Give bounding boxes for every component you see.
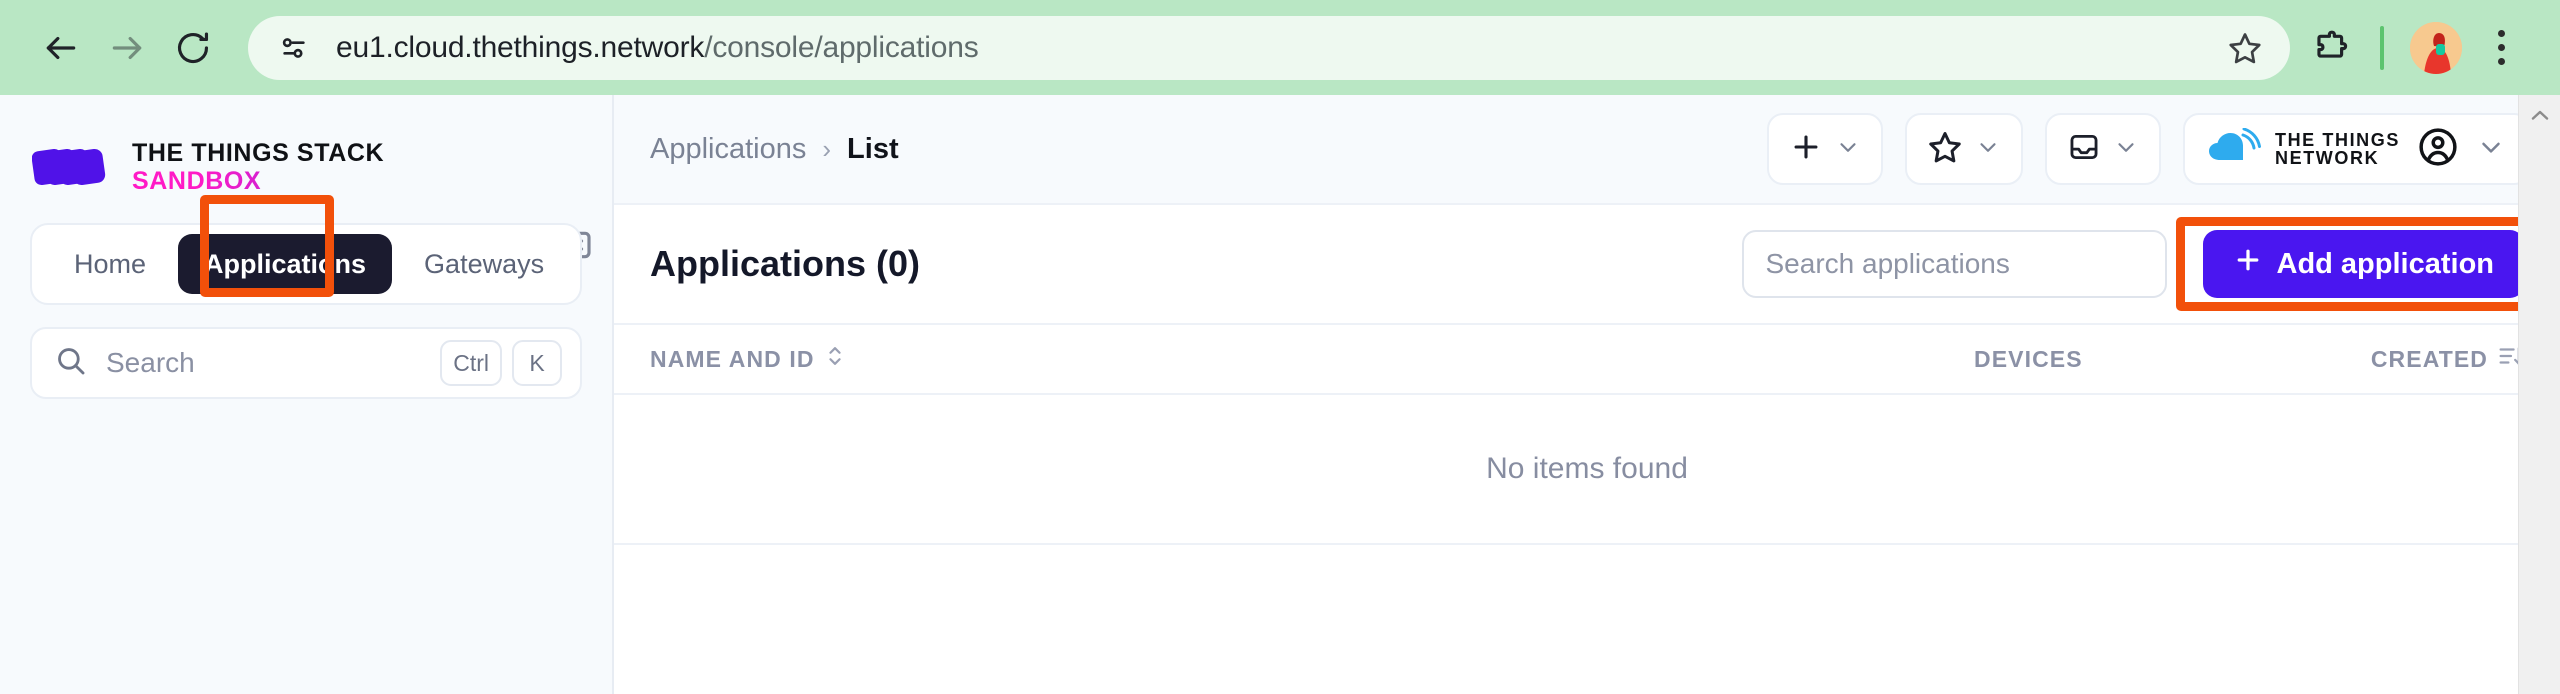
inbox-icon <box>2067 130 2101 169</box>
column-label-devices: DEVICES <box>1974 345 2083 372</box>
vertical-scrollbar[interactable] <box>2518 95 2560 694</box>
chrome-menu-icon[interactable] <box>2470 17 2532 79</box>
notifications-menu-button[interactable] <box>2044 113 2161 185</box>
column-label-name-and-id: NAME AND ID <box>650 345 815 372</box>
browser-toolbar: eu1.cloud.thethings.network/console/appl… <box>0 0 2560 95</box>
content-header-actions: Search applications Add application <box>1741 217 2536 311</box>
sidebar-search-input[interactable]: Search Ctrl K <box>30 327 582 399</box>
star-icon <box>1927 129 1963 170</box>
table-header-row: NAME AND ID DEVICES CREATED <box>614 323 2560 395</box>
breadcrumb-applications[interactable]: Applications <box>650 133 806 166</box>
shortcut-ctrl-key: Ctrl <box>440 340 502 386</box>
column-label-created: CREATED <box>2370 345 2488 372</box>
logo-title: THE THINGS STACK <box>132 138 385 167</box>
extensions-icon[interactable] <box>2300 17 2362 79</box>
back-button[interactable] <box>28 15 94 81</box>
sidebar-tab-home[interactable]: Home <box>46 234 174 294</box>
chevron-down-icon <box>2476 132 2506 167</box>
page-title: Applications (0) <box>650 243 921 284</box>
sidebar-tabs-wrap: Home Applications Gateways <box>0 195 612 305</box>
app-logo[interactable]: THE THINGS STACK SANDBOX <box>0 95 612 205</box>
ttn-network-logo: THE THINGS NETWORK <box>2207 127 2400 171</box>
search-icon <box>54 344 88 383</box>
breadcrumb-separator-icon: › <box>822 133 832 164</box>
toolbar-divider <box>2380 25 2384 70</box>
sidebar-search-wrap: Search Ctrl K <box>0 305 612 399</box>
logo-subtitle: SANDBOX <box>132 167 384 196</box>
shortcut-k-key: K <box>512 340 562 386</box>
site-settings-icon[interactable] <box>274 28 314 68</box>
sidebar: THE THINGS STACK SANDBOX Home Applicatio… <box>0 95 614 694</box>
sidebar-tab-gateways[interactable]: Gateways <box>396 234 572 294</box>
sidebar-tabs: Home Applications Gateways <box>30 223 582 305</box>
bookmark-star-icon[interactable] <box>2222 25 2268 71</box>
content-area: Applications (0) Search applications Add… <box>614 205 2560 694</box>
url-text: eu1.cloud.thethings.network/console/appl… <box>336 31 2222 65</box>
content-header: Applications (0) Search applications Add… <box>614 205 2560 323</box>
breadcrumb-current: List <box>847 132 899 165</box>
url-host: eu1.cloud.thethings.network <box>336 30 705 64</box>
sort-updown-icon <box>825 343 845 375</box>
address-bar[interactable]: eu1.cloud.thethings.network/console/appl… <box>248 15 2290 80</box>
things-stack-logo-icon <box>31 138 114 198</box>
bookmarks-menu-button[interactable] <box>1904 113 2023 185</box>
main-area: Applications › List THE THINGS NETWORK A… <box>614 95 2560 694</box>
add-menu-button[interactable] <box>1766 113 1883 185</box>
user-avatar-icon <box>2416 125 2460 174</box>
applications-search-input[interactable]: Search applications <box>1741 230 2167 298</box>
add-application-button[interactable]: Add application <box>2202 230 2524 298</box>
app-page: THE THINGS STACK SANDBOX Home Applicatio… <box>0 95 2560 694</box>
chevron-down-icon <box>1835 134 1861 165</box>
profile-avatar[interactable] <box>2410 21 2462 74</box>
reload-button[interactable] <box>160 15 226 81</box>
url-path: /console/applications <box>704 30 979 64</box>
column-header-name-and-id[interactable]: NAME AND ID <box>650 343 1974 375</box>
breadcrumb: Applications › List <box>650 133 899 166</box>
ttn-logo-line2: NETWORK <box>2274 148 2380 168</box>
chevron-down-icon <box>1975 134 2001 165</box>
column-header-created[interactable]: CREATED <box>2274 344 2524 374</box>
column-header-devices[interactable]: DEVICES <box>1974 346 2274 373</box>
chevron-down-icon <box>2113 134 2139 165</box>
forward-button[interactable] <box>94 15 160 81</box>
table-empty-message: No items found <box>614 395 2560 545</box>
sidebar-search-placeholder: Search <box>106 347 195 378</box>
add-application-label: Add application <box>2276 247 2495 280</box>
main-header: Applications › List THE THINGS NETWORK <box>614 95 2560 205</box>
header-actions: THE THINGS NETWORK <box>1766 113 2530 185</box>
plus-icon <box>1789 130 1823 169</box>
ttn-cloud-icon <box>2207 127 2263 171</box>
sidebar-tab-applications[interactable]: Applications <box>178 234 393 294</box>
scroll-up-arrow-icon[interactable] <box>2519 95 2560 137</box>
plus-icon <box>2233 245 2263 283</box>
account-menu-button[interactable]: THE THINGS NETWORK <box>2182 113 2530 185</box>
ttn-logo-line1: THE THINGS <box>2274 129 2400 150</box>
